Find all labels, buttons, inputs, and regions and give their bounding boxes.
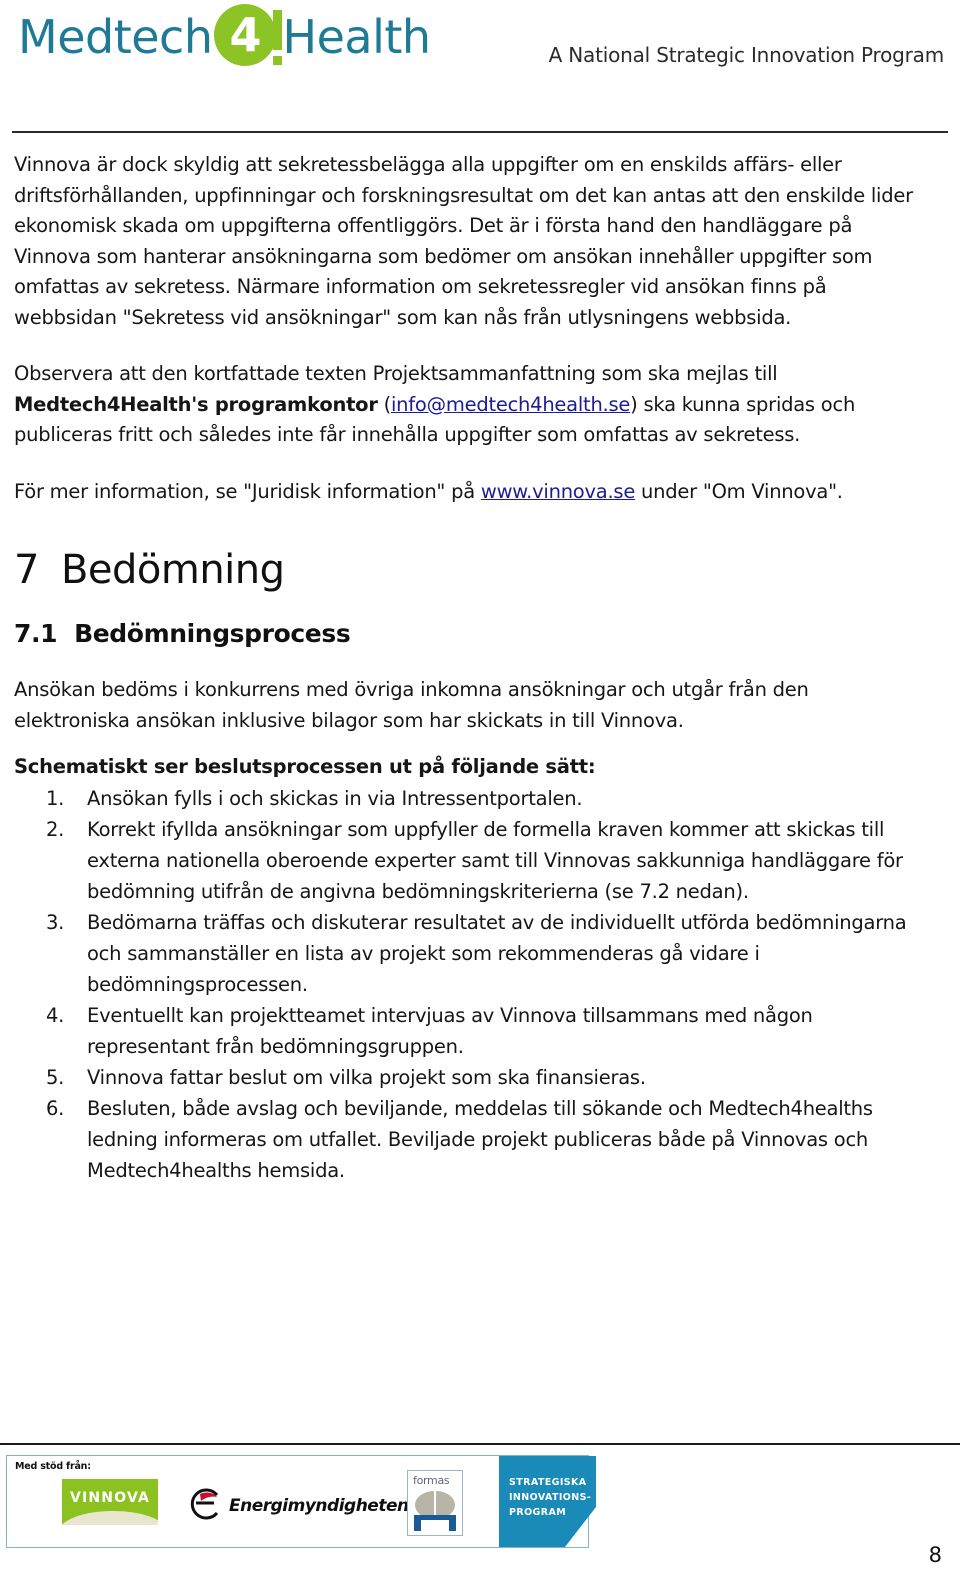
list-item-text: Eventuellt kan projektteamet intervjuas …: [87, 1003, 813, 1058]
paragraph-secrecy: Vinnova är dock skyldig att sekretessbel…: [14, 153, 913, 329]
formas-logo-text: formas: [413, 1474, 450, 1487]
sip-line-1: STRATEGISKA: [509, 1477, 587, 1488]
list-item-number: 2.: [46, 817, 65, 841]
energimyndigheten-logo: Energimyndigheten: [187, 1486, 409, 1524]
vinnova-logo: VINNOVA: [62, 1479, 158, 1525]
list-item-text: Bedömarna träffas och diskuterar resulta…: [87, 910, 907, 996]
heading-1-number: 7: [14, 547, 39, 593]
formas-logo: formas: [407, 1470, 463, 1536]
paragraph-more-info: För mer information, se "Juridisk inform…: [14, 477, 930, 508]
list-item: 6. Besluten, både avslag och beviljande,…: [14, 1093, 930, 1186]
sip-line-2: INNOVATIONS-: [509, 1492, 592, 1503]
logo-four-digit: 4: [229, 8, 262, 62]
list-item: 2. Korrekt ifyllda ansökningar som uppfy…: [14, 814, 930, 907]
support-label: Med stöd från:: [15, 1461, 91, 1472]
medtech4health-logo: Medtech 4 Health: [18, 4, 431, 70]
logo-four-mark: 4: [214, 4, 283, 70]
energimyndigheten-emblem-icon: [190, 1488, 219, 1520]
footer-divider: [0, 1443, 960, 1445]
logo-word-medtech: Medtech: [18, 10, 213, 64]
list-item: 4. Eventuellt kan projektteamet intervju…: [14, 1000, 930, 1062]
header-tagline: A National Strategic Innovation Program: [548, 43, 945, 67]
paragraph-assessment-intro: Ansökan bedöms i konkurrens med övriga i…: [14, 678, 809, 732]
list-item-number: 3.: [46, 910, 65, 934]
paragraph-3-text-b: under "Om Vinnova".: [635, 479, 843, 503]
formas-notch-icon: [421, 1520, 449, 1531]
page-number: 8: [928, 1543, 942, 1567]
heading-2-text: Bedömningsprocess: [74, 619, 351, 648]
paragraph-3-text-a: För mer information, se "Juridisk inform…: [14, 479, 481, 503]
paragraph-project-summary: Observera att den kortfattade texten Pro…: [14, 359, 930, 451]
list-item-number: 1.: [46, 786, 65, 810]
list-item-number: 4.: [46, 1003, 65, 1027]
vinnova-website-link[interactable]: www.vinnova.se: [481, 480, 635, 503]
list-intro-text: Schematiskt ser beslutsprocessen ut på f…: [14, 755, 596, 778]
list-item: 1. Ansökan fylls i och skickas in via In…: [14, 783, 930, 814]
vinnova-wave-icon: [62, 1511, 158, 1525]
heading-2-number: 7.1: [14, 619, 58, 648]
list-item-text: Vinnova fattar beslut om vilka projekt s…: [87, 1065, 646, 1089]
strategic-innovation-program-banner: STRATEGISKA INNOVATIONS- PROGRAM: [499, 1456, 596, 1547]
heading-1-text: Bedömning: [60, 547, 285, 593]
paragraph-2-text-b: (: [377, 392, 392, 416]
logo-green-dot-icon: [273, 56, 283, 65]
logo-word-health: Health: [282, 10, 431, 64]
list-item-text: Ansökan fylls i och skickas in via Intre…: [87, 786, 583, 810]
list-item-text: Korrekt ifyllda ansökningar som uppfylle…: [87, 817, 903, 903]
logo-green-bar-icon: [273, 10, 283, 50]
heading-bedomningsprocess: 7.1 Bedömningsprocess: [14, 619, 930, 649]
heading-bedomning: 7 Bedömning: [14, 547, 930, 593]
header-divider: [12, 131, 948, 133]
vinnova-logo-text: VINNOVA: [69, 1490, 151, 1506]
page-header: Medtech 4 Health A National Strategic In…: [0, 0, 960, 133]
list-item: 3. Bedömarna träffas och diskuterar resu…: [14, 907, 930, 1000]
list-item-number: 5.: [46, 1065, 65, 1089]
sip-banner-text: STRATEGISKA INNOVATIONS- PROGRAM: [509, 1475, 591, 1520]
email-link[interactable]: info@medtech4health.se: [391, 393, 630, 416]
sip-line-3: PROGRAM: [509, 1507, 567, 1518]
list-item-number: 6.: [46, 1096, 65, 1120]
document-body: Vinnova är dock skyldig att sekretessbel…: [14, 150, 930, 1186]
list-item: 5. Vinnova fattar beslut om vilka projek…: [14, 1062, 930, 1093]
energimyndigheten-logo-text: Energimyndigheten: [229, 1496, 409, 1516]
list-item-text: Besluten, både avslag och beviljande, me…: [87, 1096, 873, 1182]
funding-partners-bar: Med stöd från: VINNOVA Energimyndigheten…: [6, 1455, 596, 1548]
programkontor-bold: Medtech4Health's programkontor: [14, 392, 378, 416]
decision-process-list: 1. Ansökan fylls i och skickas in via In…: [14, 783, 930, 1186]
paragraph-2-text-a: Observera att den kortfattade texten Pro…: [14, 362, 778, 385]
